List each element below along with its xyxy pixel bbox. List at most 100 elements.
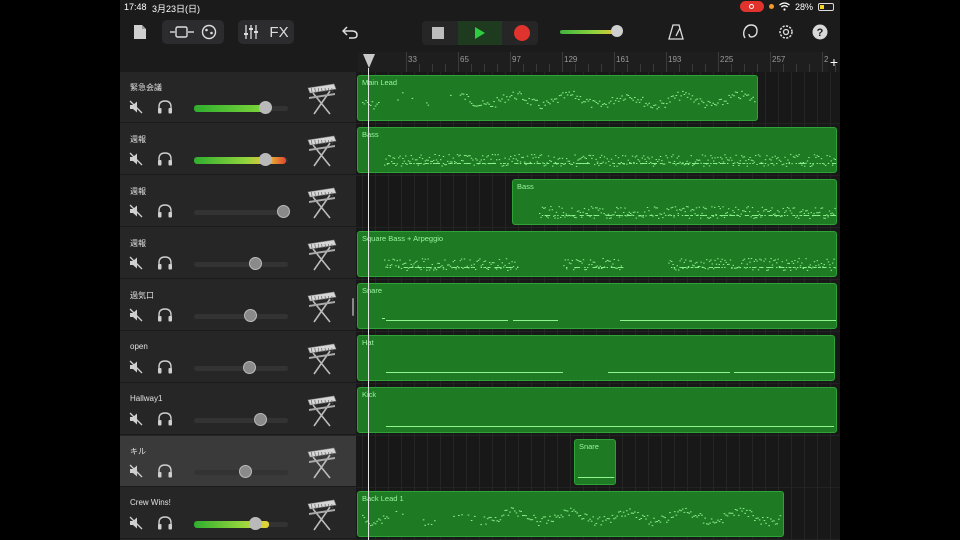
mute-speaker-icon[interactable]: [129, 308, 143, 322]
fx-button[interactable]: FX: [269, 24, 288, 41]
tracks-view-icon[interactable]: [169, 25, 195, 39]
battery-icon: [818, 2, 834, 11]
track-volume-knob[interactable]: [249, 517, 263, 530]
keyboard-instrument-icon[interactable]: [304, 184, 338, 222]
keyboard-instrument-icon[interactable]: [304, 444, 338, 482]
track-volume-knob[interactable]: [277, 205, 291, 218]
midi-region[interactable]: Kick: [357, 387, 837, 433]
ruler-subtick: [627, 64, 628, 72]
ruler-subtick: [588, 64, 589, 72]
track-header[interactable]: 週報: [120, 124, 356, 175]
track-volume-slider[interactable]: [194, 465, 288, 478]
record-button[interactable]: [514, 25, 530, 41]
track-header[interactable]: 緊急会議: [120, 72, 356, 123]
track-volume-slider[interactable]: [194, 101, 288, 114]
mute-speaker-icon[interactable]: [129, 152, 143, 166]
track-volume-slider[interactable]: [194, 309, 288, 322]
playhead-handle[interactable]: [363, 54, 375, 68]
midi-region[interactable]: Snare: [357, 283, 837, 329]
tracks-area[interactable]: Main Lead Bass Bass Square Bass + Arpeggio S…: [356, 72, 840, 540]
midi-region[interactable]: Back Lead 1: [357, 491, 785, 537]
keyboard-instrument-icon[interactable]: [304, 132, 338, 170]
mute-speaker-icon[interactable]: [129, 204, 143, 218]
ruler-tick: [614, 52, 615, 72]
mute-speaker-icon[interactable]: [129, 360, 143, 374]
mute-speaker-icon[interactable]: [129, 412, 143, 426]
track-volume-slider[interactable]: [194, 257, 288, 270]
ruler-tick: [718, 52, 719, 72]
solo-headphones-icon[interactable]: [157, 516, 173, 530]
keyboard-instrument-icon[interactable]: [304, 288, 338, 326]
ruler-tick: [770, 52, 771, 72]
ruler-subtick: [432, 64, 433, 72]
solo-headphones-icon[interactable]: [157, 256, 173, 270]
ruler-subtick: [653, 64, 654, 72]
mute-speaker-icon[interactable]: [129, 516, 143, 530]
my-songs-icon[interactable]: [130, 20, 150, 44]
solo-headphones-icon[interactable]: [157, 464, 173, 478]
solo-headphones-icon[interactable]: [157, 360, 173, 374]
master-volume-slider[interactable]: [560, 25, 648, 37]
mute-speaker-icon[interactable]: [129, 100, 143, 114]
midi-region[interactable]: Bass: [357, 127, 837, 173]
keyboard-instrument-icon[interactable]: [304, 236, 338, 274]
keyboard-instrument-icon[interactable]: [304, 340, 338, 378]
keyboard-instrument-icon[interactable]: [304, 80, 338, 118]
track-volume-knob[interactable]: [253, 413, 267, 426]
track-volume-knob[interactable]: [242, 361, 256, 374]
track-header-resize-handle[interactable]: [352, 298, 354, 316]
solo-headphones-icon[interactable]: [157, 204, 173, 218]
midi-region[interactable]: Main Lead: [357, 75, 759, 121]
track-volume-slider[interactable]: [194, 205, 291, 218]
region-label: Snare: [578, 442, 599, 451]
track-volume-knob[interactable]: [259, 101, 273, 114]
help-icon[interactable]: ?: [810, 20, 830, 44]
play-button[interactable]: [458, 21, 502, 45]
midi-region[interactable]: Bass: [512, 179, 837, 225]
track-header[interactable]: Crew Wins!: [120, 488, 356, 539]
solo-headphones-icon[interactable]: [157, 412, 173, 426]
undo-icon[interactable]: [340, 20, 360, 44]
track-volume-slider[interactable]: [194, 517, 288, 530]
track-header[interactable]: open: [120, 332, 356, 383]
track-header[interactable]: 週報: [120, 176, 356, 227]
midi-notes: [362, 90, 756, 110]
midi-region[interactable]: Snare: [573, 439, 617, 485]
midi-region[interactable]: Square Bass + Arpeggio: [357, 231, 837, 277]
metronome-icon[interactable]: [666, 20, 686, 44]
ruler-subtick: [523, 64, 524, 72]
ruler-subtick: [744, 64, 745, 72]
master-volume-knob[interactable]: [611, 25, 624, 37]
solo-headphones-icon[interactable]: [157, 308, 173, 322]
track-volume-knob[interactable]: [259, 153, 273, 166]
timeline-ruler[interactable]: 33 65 97 129 161 193 225 257 2: [358, 52, 836, 73]
track-volume-knob[interactable]: [238, 465, 252, 478]
track-volume-knob[interactable]: [244, 309, 258, 322]
track-header[interactable]: Hallway1: [120, 384, 356, 435]
add-track-button[interactable]: +: [828, 54, 840, 70]
settings-gear-icon[interactable]: [776, 20, 796, 44]
mute-speaker-icon[interactable]: [129, 256, 143, 270]
track-name: 週報: [130, 187, 146, 196]
solo-headphones-icon[interactable]: [157, 100, 173, 114]
track-header[interactable]: 週報: [120, 228, 356, 279]
track-header[interactable]: 過気口: [120, 280, 356, 331]
track-volume-slider[interactable]: [194, 153, 288, 166]
track-volume-knob[interactable]: [249, 257, 263, 270]
midi-notes: [386, 426, 834, 427]
keyboard-instrument-icon[interactable]: [304, 496, 338, 534]
track-header[interactable]: キル: [120, 436, 356, 487]
midi-notes: [386, 372, 834, 373]
track-volume-slider[interactable]: [194, 361, 288, 374]
screen-recording-icon[interactable]: [739, 1, 764, 12]
midi-region[interactable]: Hat: [357, 335, 836, 381]
stop-button[interactable]: [432, 27, 444, 39]
battery-percent: 28%: [794, 1, 813, 12]
loop-browser-icon[interactable]: [740, 20, 760, 44]
mixer-icon[interactable]: [243, 24, 259, 40]
mute-speaker-icon[interactable]: [129, 464, 143, 478]
keyboard-instrument-icon[interactable]: [304, 392, 338, 430]
solo-headphones-icon[interactable]: [157, 152, 173, 166]
smart-controls-icon[interactable]: [201, 24, 217, 40]
track-volume-slider[interactable]: [194, 413, 288, 426]
